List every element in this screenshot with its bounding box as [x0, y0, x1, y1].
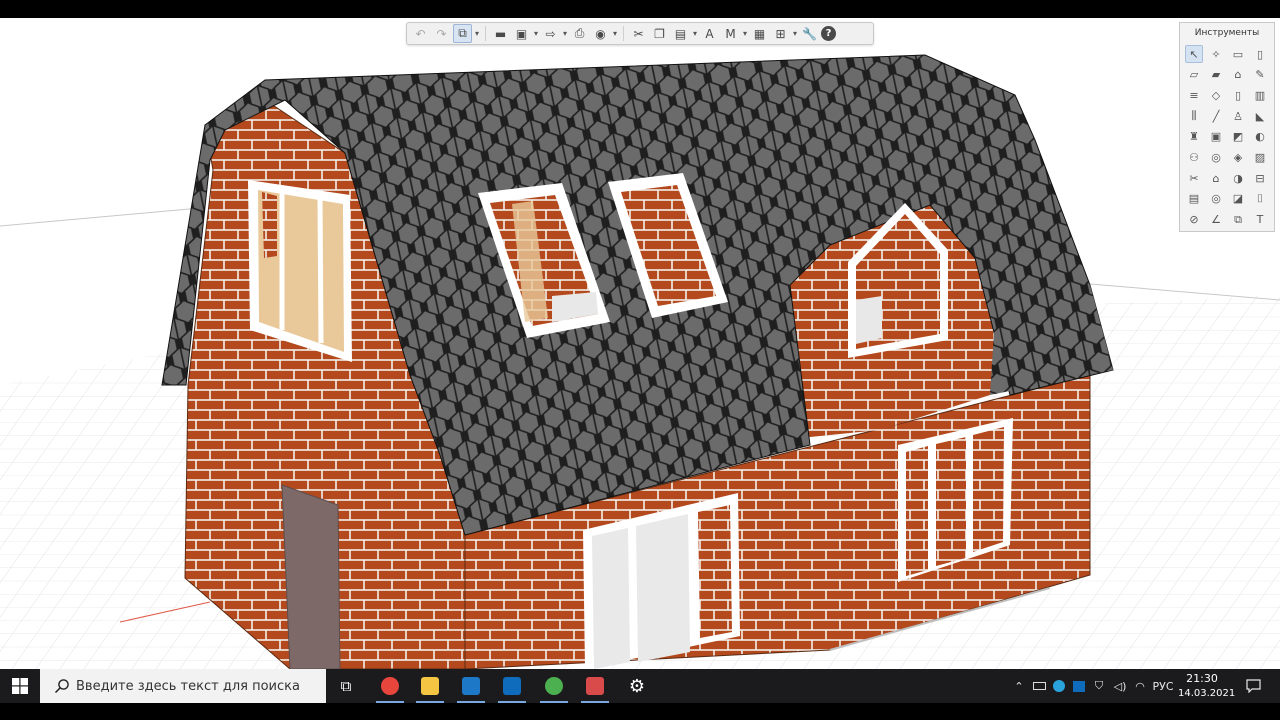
print-icon[interactable]: ⎙	[570, 24, 589, 43]
layers-icon[interactable]: ▦	[750, 24, 769, 43]
fill-icon[interactable]: ▨	[1251, 148, 1269, 166]
beam-icon[interactable]: ▰	[1207, 66, 1225, 84]
copy-icon[interactable]: ❐	[650, 24, 669, 43]
axis-line	[1089, 283, 1280, 301]
curtain-wall-icon[interactable]: ◣	[1251, 107, 1269, 125]
window-icon[interactable]: ▥	[1251, 86, 1269, 104]
rectangle-icon[interactable]: ▭	[1229, 45, 1247, 63]
dropdown-caret-icon[interactable]: ▾	[533, 29, 539, 38]
chrome-profile-icon[interactable]	[534, 669, 574, 703]
elevation-icon[interactable]: ⊟	[1251, 169, 1269, 187]
line-icon[interactable]: ╱	[1207, 107, 1225, 125]
materials-icon[interactable]: M	[721, 24, 740, 43]
3d-view-icon[interactable]: ⧉	[453, 24, 472, 43]
redo-icon[interactable]: ↷	[432, 24, 451, 43]
object-icon[interactable]: ♜	[1185, 128, 1203, 146]
outlook-tray-icon[interactable]	[1070, 669, 1088, 703]
search-placeholder: Введите здесь текст для поиска	[76, 678, 300, 694]
tools-palette: Инструменты ↖ ✧ ▭ ▯ ▱ ▰ ⌂ ✎ ≡ ◇ ▯ ▥ ⫼ ╱ ♙ ◣ ♜ ▣ ◩ ◐ ⚇ ◎ ◈ ▨ ✂ ⌂ ◑ ⊟…	[1179, 22, 1275, 232]
wifi-icon[interactable]: ◠	[1130, 669, 1150, 703]
level-dimension-icon[interactable]: ⧉	[1229, 211, 1247, 229]
roof-icon[interactable]: ⌂	[1229, 66, 1247, 84]
3d-viewport[interactable]	[0, 18, 1280, 669]
paste-icon[interactable]: ▤	[671, 24, 690, 43]
help-icon[interactable]: ?	[821, 26, 836, 41]
zone-icon[interactable]: ⚇	[1185, 148, 1203, 166]
text-style-icon[interactable]: A	[700, 24, 719, 43]
axis-line	[0, 207, 201, 227]
magic-wand-icon[interactable]: ✧	[1207, 45, 1225, 63]
arrow-select-icon[interactable]: ↖	[1185, 45, 1203, 63]
shell-icon[interactable]: ◐	[1251, 128, 1269, 146]
view-settings-icon[interactable]: ⊞	[771, 24, 790, 43]
show-hidden-icons-chevron-icon[interactable]: ⌃	[1010, 669, 1028, 703]
open-folder-icon[interactable]: ▬	[491, 24, 510, 43]
railing-icon[interactable]: ⫼	[1185, 107, 1203, 125]
skylight-icon[interactable]: ⌂	[1207, 169, 1225, 187]
toolbar-separator	[623, 26, 624, 41]
file-explorer-icon[interactable]	[410, 669, 450, 703]
morph-icon[interactable]: ◈	[1229, 148, 1247, 166]
detail-icon[interactable]: ◎	[1207, 190, 1225, 208]
dropdown-caret-icon[interactable]: ▾	[612, 29, 618, 38]
volume-icon[interactable]: ◁)	[1110, 669, 1130, 703]
telegram-tray-icon[interactable]	[1050, 669, 1068, 703]
chrome-icon[interactable]	[370, 669, 410, 703]
clock-date: 14.03.2021	[1178, 688, 1236, 699]
language-indicator[interactable]: РУС	[1150, 669, 1176, 703]
windows-logo-icon	[12, 678, 28, 694]
top-black-bar	[0, 0, 1280, 18]
marker-icon[interactable]: ⌷	[1251, 190, 1269, 208]
search-icon	[48, 678, 76, 694]
pencil-icon[interactable]: ✎	[1251, 66, 1269, 84]
editor-app-icon[interactable]	[451, 669, 491, 703]
clock-time: 21:30	[1186, 672, 1218, 685]
bottom-black-bar	[0, 703, 1280, 720]
house-3d-model[interactable]	[0, 18, 1280, 669]
wrench-icon[interactable]: 🔧	[800, 24, 819, 43]
column-icon[interactable]: ▯	[1251, 45, 1269, 63]
outlook-icon[interactable]	[492, 669, 532, 703]
navigation-icon[interactable]: ◉	[591, 24, 610, 43]
worksheet-icon[interactable]: ▤	[1185, 190, 1203, 208]
dropdown-caret-icon[interactable]: ▾	[742, 29, 748, 38]
standard-toolbar: ↶ ↷ ⧉ ▾ ▬ ▣ ▾ ⇨ ▾ ⎙ ◉ ▾ ✂ ❐ ▤ ▾ A M ▾ ▦ ⊞ ▾ 🔧?	[406, 22, 874, 45]
stair-icon[interactable]: ≡	[1185, 86, 1203, 104]
toolbar-separator	[485, 26, 486, 41]
security-shield-icon[interactable]: ⛉	[1090, 669, 1108, 703]
tools-grid: ↖ ✧ ▭ ▯ ▱ ▰ ⌂ ✎ ≡ ◇ ▯ ▥ ⫼ ╱ ♙ ◣ ♜ ▣ ◩ ◐ ⚇ ◎ ◈ ▨ ✂ ⌂ ◑ ⊟ ▤ ◎ ◪ ⌷ ⊘ ∠ ⧉ T	[1185, 45, 1274, 231]
angle-dimension-icon[interactable]: ∠	[1207, 211, 1225, 229]
door-icon[interactable]: ▯	[1229, 86, 1247, 104]
dimension-icon[interactable]: ◪	[1229, 190, 1247, 208]
wall-end-icon[interactable]: ✂	[1185, 169, 1203, 187]
side-door[interactable]	[281, 484, 341, 669]
section-icon[interactable]: ◑	[1229, 169, 1247, 187]
label-icon[interactable]: ◩	[1229, 128, 1247, 146]
export-icon[interactable]: ⇨	[541, 24, 560, 43]
task-view-icon[interactable]: ⧉	[326, 669, 366, 703]
cut-icon[interactable]: ✂	[629, 24, 648, 43]
text-tool-icon[interactable]: T	[1251, 211, 1269, 229]
tools-palette-title: Инструменты	[1194, 28, 1260, 38]
lamp-icon[interactable]: ♙	[1229, 107, 1247, 125]
dropdown-caret-icon[interactable]: ▾	[792, 29, 798, 38]
save-icon[interactable]: ▣	[512, 24, 531, 43]
battery-tray-icon[interactable]	[1030, 669, 1048, 703]
dropdown-caret-icon[interactable]: ▾	[562, 29, 568, 38]
dropdown-caret-icon[interactable]: ▾	[474, 29, 480, 38]
taskbar-search-box[interactable]: Введите здесь текст для поиска	[40, 669, 326, 703]
start-button[interactable]	[0, 669, 40, 703]
radial-dimension-icon[interactable]: ⊘	[1185, 211, 1203, 229]
mesh-icon[interactable]: ◇	[1207, 86, 1225, 104]
windows-taskbar: Введите здесь текст для поиска ⧉ ⚙ ⌃ ⛉ ◁)…	[0, 669, 1280, 703]
undo-icon[interactable]: ↶	[411, 24, 430, 43]
slab-icon[interactable]: ▱	[1185, 66, 1203, 84]
notifications-icon[interactable]	[1240, 669, 1266, 703]
archicad-icon[interactable]	[575, 669, 615, 703]
cabinet-icon[interactable]: ▣	[1207, 128, 1225, 146]
dropdown-caret-icon[interactable]: ▾	[692, 29, 698, 38]
camera-icon[interactable]: ◎	[1207, 148, 1225, 166]
settings-gear-icon[interactable]: ⚙	[617, 669, 657, 703]
system-clock[interactable]: 21:30 14.03.2021	[1178, 671, 1236, 701]
